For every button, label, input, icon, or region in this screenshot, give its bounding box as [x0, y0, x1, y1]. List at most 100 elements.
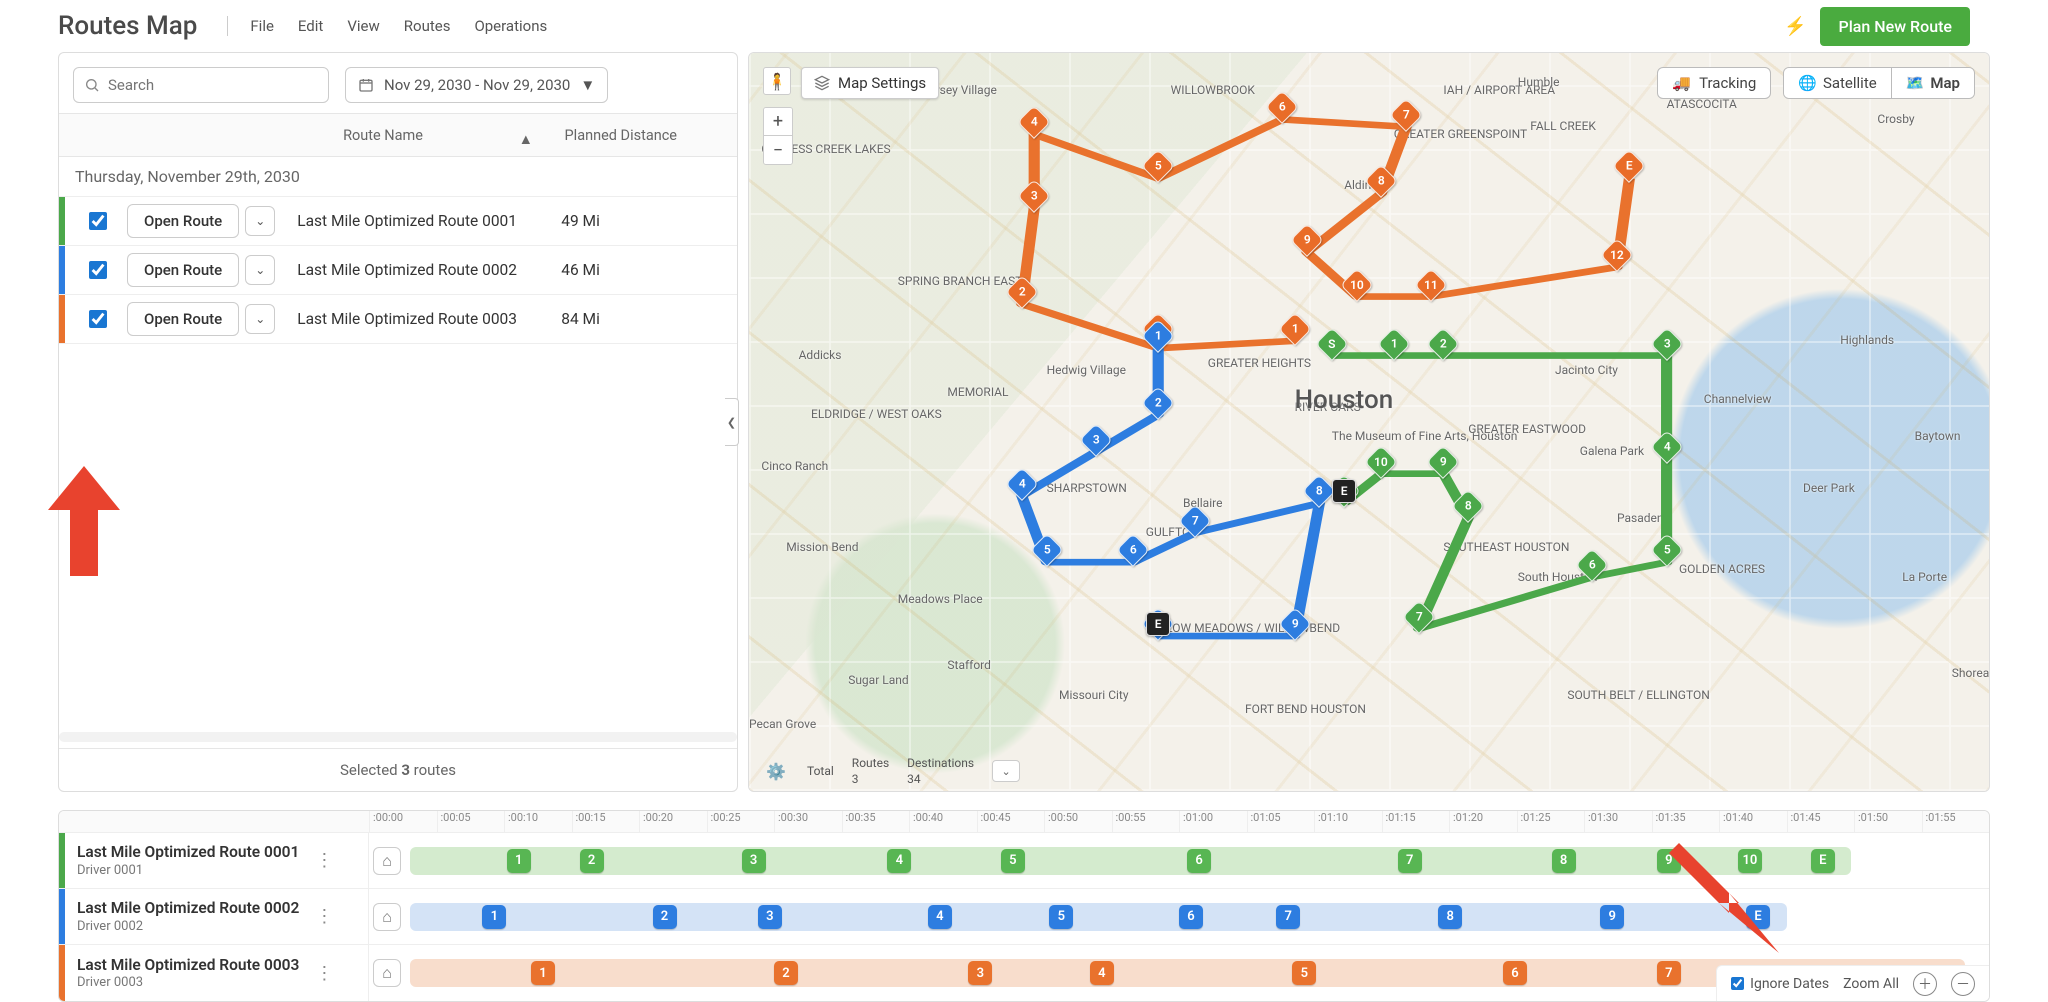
home-icon[interactable]: ⌂	[373, 959, 401, 987]
timeline-stop[interactable]: 8	[1438, 905, 1462, 929]
ruler-tick: :00:20	[639, 811, 707, 832]
timeline-stop[interactable]: 5	[1292, 961, 1316, 985]
timeline-stop[interactable]: 9	[1600, 905, 1624, 929]
ruler-tick: :01:05	[1247, 811, 1315, 832]
ruler-tick: :01:15	[1382, 811, 1450, 832]
timeline-stop[interactable]: 2	[774, 961, 798, 985]
timeline-stop[interactable]: 7	[1276, 905, 1300, 929]
timeline-stop[interactable]: 7	[1657, 961, 1681, 985]
timeline-stop[interactable]: 4	[928, 905, 952, 929]
timeline-zoom-out[interactable]: －	[1951, 972, 1975, 996]
row-menu-button[interactable]: ⋮	[309, 963, 339, 984]
top-bar: Routes Map FileEditViewRoutesOperations …	[0, 0, 2048, 52]
open-route-button[interactable]: Open Route	[127, 253, 239, 287]
map-button[interactable]: 🗺️Map	[1891, 68, 1974, 98]
zoom-all-button[interactable]: Zoom All	[1843, 976, 1899, 992]
page-title: Routes Map	[58, 11, 197, 41]
map-icon: 🗺️	[1906, 74, 1925, 92]
chevron-down-icon: ▼	[580, 76, 595, 94]
open-route-menu[interactable]: ⌄	[245, 255, 275, 285]
ignore-dates-toggle[interactable]: Ignore Dates	[1731, 976, 1829, 992]
ruler-tick: :00:40	[909, 811, 977, 832]
timeline-stop[interactable]: 2	[653, 905, 677, 929]
timeline-stop[interactable]: 8	[1552, 849, 1576, 873]
plan-new-route-button[interactable]: Plan New Route	[1820, 7, 1970, 46]
ruler-tick: :00:55	[1112, 811, 1180, 832]
route-name: Last Mile Optimized Route 0001	[275, 212, 561, 230]
date-range-picker[interactable]: Nov 29, 2030 - Nov 29, 2030 ▼	[345, 67, 608, 103]
timeline-stop[interactable]: 3	[758, 905, 782, 929]
ruler-tick: :01:40	[1719, 811, 1787, 832]
map-zoom-controls: + −	[763, 107, 793, 165]
ruler-tick: :00:10	[504, 811, 572, 832]
timeline-stop[interactable]: 1	[531, 961, 555, 985]
calendar-icon	[358, 77, 374, 93]
ruler-tick: :01:00	[1179, 811, 1247, 832]
timeline-title: Last Mile Optimized Route 0003	[77, 956, 299, 975]
menu-view[interactable]: View	[335, 11, 391, 41]
timeline-stop[interactable]: 6	[1187, 849, 1211, 873]
timeline-stop[interactable]: E	[1811, 849, 1835, 873]
timeline-stop[interactable]: 3	[968, 961, 992, 985]
sort-asc-icon[interactable]: ▲	[519, 131, 533, 148]
timeline-title: Last Mile Optimized Route 0002	[77, 899, 299, 918]
timeline-stop[interactable]: 1	[507, 849, 531, 873]
map-marker[interactable]: E	[1146, 612, 1170, 636]
timeline-stop[interactable]: 5	[1001, 849, 1025, 873]
open-route-button[interactable]: Open Route	[127, 204, 239, 238]
timeline-stop[interactable]: 5	[1049, 905, 1073, 929]
menu-operations[interactable]: Operations	[462, 11, 559, 41]
table-header: Route Name ▲ Planned Distance	[59, 113, 737, 157]
ruler-tick: :01:35	[1652, 811, 1720, 832]
timeline-stop[interactable]: 4	[1090, 961, 1114, 985]
zoom-in-button[interactable]: +	[764, 108, 792, 136]
open-route-button[interactable]: Open Route	[127, 302, 239, 336]
selection-footer: Selected 3 routes	[59, 748, 737, 791]
menu-edit[interactable]: Edit	[286, 11, 335, 41]
timeline-stop[interactable]: 6	[1179, 905, 1203, 929]
menu-file[interactable]: File	[238, 11, 286, 41]
row-menu-button[interactable]: ⋮	[309, 850, 339, 871]
map-settings-button[interactable]: Map Settings	[801, 67, 939, 99]
open-route-menu[interactable]: ⌄	[245, 206, 275, 236]
route-checkbox[interactable]	[89, 310, 107, 328]
tracking-toggle[interactable]: 🚚Tracking	[1657, 67, 1771, 99]
timeline-stop[interactable]: 1	[482, 905, 506, 929]
horizontal-scrollbar[interactable]	[59, 732, 737, 742]
search-input-wrap[interactable]	[73, 67, 329, 103]
globe-icon: 🌐	[1798, 74, 1817, 92]
home-icon[interactable]: ⌂	[373, 847, 401, 875]
zoom-out-button[interactable]: −	[764, 136, 792, 164]
ruler-tick: :01:45	[1787, 811, 1855, 832]
timeline-stop[interactable]: 3	[742, 849, 766, 873]
ruler-tick: :01:50	[1854, 811, 1922, 832]
bolt-icon[interactable]: ⚡	[1784, 16, 1806, 37]
timeline-zoom-in[interactable]: ＋	[1913, 972, 1937, 996]
open-route-menu[interactable]: ⌄	[245, 304, 275, 334]
divider	[227, 16, 228, 36]
col-route-name[interactable]: Route Name	[343, 127, 423, 144]
home-icon[interactable]: ⌂	[373, 903, 401, 931]
gear-icon[interactable]: ⚙️	[763, 758, 789, 784]
footer-expand-button[interactable]: ⌄	[992, 760, 1020, 782]
map-panel[interactable]: 🧍 Map Settings + − 🚚Tracking 🌐Satellite …	[748, 52, 1990, 792]
timeline-driver: Driver 0002	[77, 919, 299, 934]
col-planned-distance[interactable]: Planned Distance	[565, 127, 677, 144]
map-type-toggle: 🌐Satellite 🗺️Map	[1783, 67, 1975, 99]
route-row: Open Route⌄Last Mile Optimized Route 000…	[59, 295, 737, 344]
timeline-stop[interactable]: 6	[1503, 961, 1527, 985]
collapse-panel-handle[interactable]: ❮	[725, 398, 739, 446]
timeline-stop[interactable]: 7	[1398, 849, 1422, 873]
ruler-tick: :00:35	[842, 811, 910, 832]
menu-routes[interactable]: Routes	[392, 11, 463, 41]
route-checkbox[interactable]	[89, 261, 107, 279]
timeline-stop[interactable]: 2	[580, 849, 604, 873]
route-checkbox[interactable]	[89, 212, 107, 230]
map-marker[interactable]: E	[1332, 479, 1356, 503]
timeline-stop[interactable]: 4	[887, 849, 911, 873]
search-input[interactable]	[108, 76, 318, 94]
satellite-button[interactable]: 🌐Satellite	[1784, 68, 1890, 98]
timeline-footer: Ignore Dates Zoom All ＋ －	[1716, 965, 1989, 1001]
row-menu-button[interactable]: ⋮	[309, 906, 339, 927]
pegman-icon[interactable]: 🧍	[763, 67, 791, 95]
